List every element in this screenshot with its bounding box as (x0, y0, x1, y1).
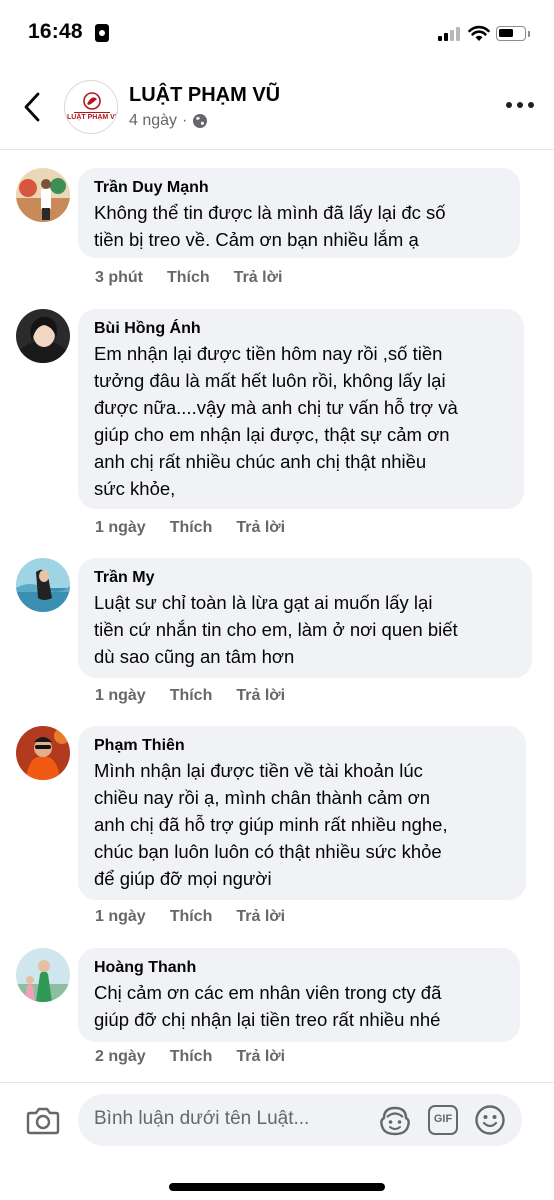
reply-button[interactable]: Trả lời (236, 687, 285, 705)
reply-button[interactable]: Trả lời (236, 1048, 285, 1066)
comment-actions: 1 ngày Thích Trả lời (95, 519, 309, 537)
comment-bubble[interactable]: Hoàng Thanh Chị cảm ơn các em nhân viên … (78, 948, 520, 1042)
logo-text: LUẬT PHẠM VŨ (67, 114, 118, 121)
camera-icon (26, 1107, 60, 1135)
page-avatar[interactable]: LUẬT PHẠM VŨ (64, 80, 118, 134)
home-indicator[interactable] (169, 1183, 385, 1191)
comment-author[interactable]: Trần Duy Mạnh (94, 177, 504, 199)
comment-time: 1 ngày (95, 519, 146, 536)
comment-text: Em nhận lại được tiền hôm nay rồi ,số ti… (94, 343, 458, 499)
reply-button[interactable]: Trả lời (236, 908, 285, 926)
battery-icon (496, 26, 526, 41)
lock-icon (95, 24, 109, 42)
avatar[interactable] (16, 948, 70, 1002)
comment-author[interactable]: Phạm Thiên (94, 735, 510, 757)
meta-separator: · (182, 112, 188, 129)
wifi-icon (468, 25, 490, 41)
post-meta: 4 ngày · (129, 112, 208, 130)
avatar-photo (16, 558, 70, 612)
avatar[interactable] (16, 309, 70, 363)
comment-input-placeholder: Bình luận dưới tên Luật... (94, 1108, 310, 1129)
comment-bubble[interactable]: Phạm Thiên Mình nhận lại được tiền về tà… (78, 726, 526, 900)
comment-composer: Bình luận dưới tên Luật... GIF (0, 1082, 554, 1200)
camera-button[interactable] (26, 1105, 60, 1135)
post-header: LUẬT PHẠM VŨ LUẬT PHẠM VŨ 4 ngày · (0, 62, 554, 150)
page-name[interactable]: LUẬT PHẠM VŨ (129, 84, 280, 107)
avatar-photo (16, 168, 70, 222)
back-button[interactable] (18, 90, 48, 124)
comment-text: Không thể tin được là mình đã lấy lại đc… (94, 202, 446, 250)
comment-time: 1 ngày (95, 908, 146, 925)
gif-icon[interactable]: GIF (428, 1105, 458, 1135)
like-button[interactable]: Thích (170, 1048, 213, 1066)
avatar-photo (16, 309, 70, 363)
avatar[interactable] (16, 726, 70, 780)
avatar-sticker-icon[interactable] (378, 1104, 412, 1138)
comment-text: Luật sư chỉ toàn là lừa gạt ai muốn lấy … (94, 592, 458, 667)
battery-cap (528, 31, 530, 37)
emoji-icon[interactable] (474, 1104, 506, 1136)
globe-icon (193, 114, 208, 128)
comment-bubble[interactable]: Trần Duy Mạnh Không thể tin được là mình… (78, 168, 520, 258)
reply-button[interactable]: Trả lời (236, 519, 285, 537)
like-button[interactable]: Thích (170, 687, 213, 705)
comment-bubble[interactable]: Bùi Hồng Ánh Em nhận lại được tiền hôm n… (78, 309, 524, 509)
reply-button[interactable]: Trả lời (234, 269, 283, 287)
comment-bubble[interactable]: Trần My Luật sư chỉ toàn là lừa gạt ai m… (78, 558, 532, 678)
avatar-photo (16, 726, 70, 780)
status-time: 16:48 (28, 20, 83, 43)
status-bar: 16:48 (0, 0, 554, 62)
comment-actions: 3 phút Thích Trả lời (95, 269, 306, 287)
cellular-signal-icon (438, 27, 460, 41)
law-firm-logo (66, 82, 117, 133)
back-arrow-icon (24, 92, 40, 122)
like-button[interactable]: Thích (170, 908, 213, 926)
comment-time: 1 ngày (95, 687, 146, 704)
more-options-button[interactable] (506, 102, 538, 112)
comment-input[interactable]: Bình luận dưới tên Luật... GIF (78, 1094, 522, 1146)
comment-author[interactable]: Bùi Hồng Ánh (94, 318, 508, 340)
comment-time: 3 phút (95, 269, 143, 286)
comment-author[interactable]: Hoàng Thanh (94, 957, 504, 979)
comment-text: Chị cảm ơn các em nhân viên trong cty đã… (94, 982, 442, 1030)
like-button[interactable]: Thích (167, 269, 210, 287)
comment-time: 2 ngày (95, 1048, 146, 1065)
comment-text: Mình nhận lại được tiền về tài khoản lúc… (94, 760, 448, 889)
avatar[interactable] (16, 168, 70, 222)
like-button[interactable]: Thích (170, 519, 213, 537)
avatar[interactable] (16, 558, 70, 612)
post-age: 4 ngày (129, 112, 178, 129)
comment-author[interactable]: Trần My (94, 567, 516, 589)
avatar-photo (16, 948, 70, 1002)
comment-actions: 1 ngày Thích Trả lời (95, 908, 309, 926)
comment-actions: 2 ngày Thích Trả lời (95, 1048, 309, 1066)
comment-actions: 1 ngày Thích Trả lời (95, 687, 309, 705)
